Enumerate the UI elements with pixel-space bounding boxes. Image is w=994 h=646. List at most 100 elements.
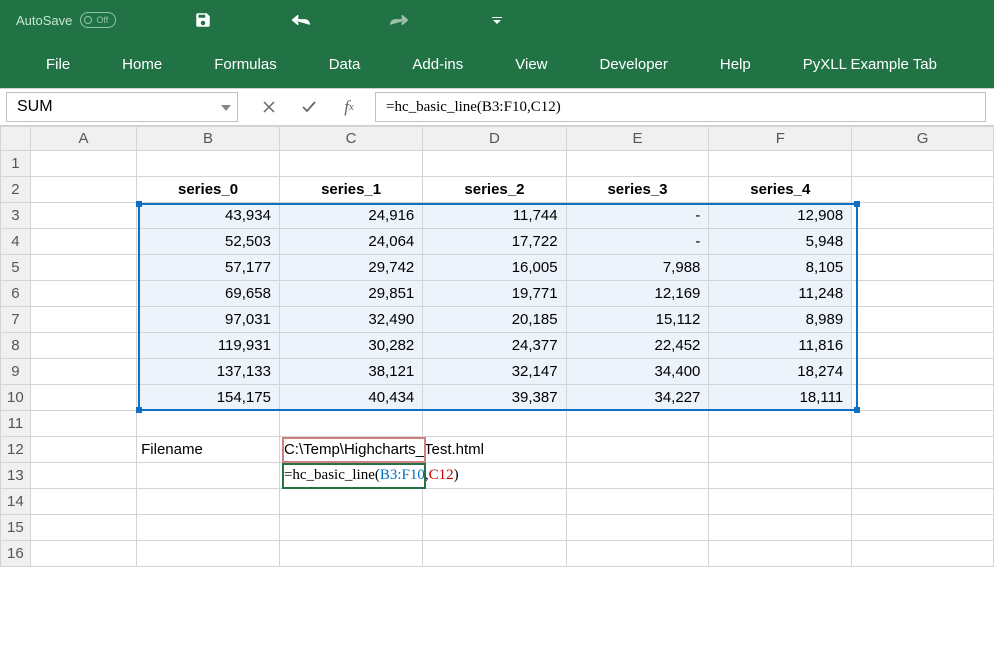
cell[interactable]: 40,434	[279, 385, 422, 411]
worksheet-grid[interactable]: A B C D E F G 1 2series_0series_1series_…	[0, 126, 994, 567]
cell[interactable]	[423, 515, 566, 541]
cell[interactable]	[852, 385, 994, 411]
formula-input[interactable]	[386, 99, 975, 116]
cell[interactable]: 52,503	[137, 229, 280, 255]
cell[interactable]: 29,851	[279, 281, 422, 307]
cell[interactable]	[423, 151, 566, 177]
rowhead[interactable]: 13	[1, 463, 31, 489]
cell[interactable]	[852, 203, 994, 229]
cell[interactable]	[852, 411, 994, 437]
cell[interactable]	[852, 359, 994, 385]
cell[interactable]	[279, 151, 422, 177]
cell[interactable]: 18,274	[709, 359, 852, 385]
cell[interactable]	[852, 463, 994, 489]
name-box[interactable]: SUM	[6, 92, 238, 122]
cell[interactable]	[423, 489, 566, 515]
cell[interactable]	[709, 541, 852, 567]
cell[interactable]: 24,377	[423, 333, 566, 359]
cell[interactable]	[566, 151, 709, 177]
cell[interactable]	[30, 255, 136, 281]
cell[interactable]	[709, 489, 852, 515]
cell[interactable]	[709, 463, 852, 489]
cell[interactable]: 39,387	[423, 385, 566, 411]
rowhead[interactable]: 16	[1, 541, 31, 567]
cell[interactable]: -	[566, 203, 709, 229]
tab-help[interactable]: Help	[694, 46, 777, 83]
cell[interactable]	[137, 411, 280, 437]
rowhead[interactable]: 7	[1, 307, 31, 333]
cell[interactable]	[279, 489, 422, 515]
tab-data[interactable]: Data	[303, 46, 387, 83]
cell[interactable]: 34,400	[566, 359, 709, 385]
cell[interactable]: 30,282	[279, 333, 422, 359]
cell[interactable]	[279, 411, 422, 437]
cell[interactable]	[852, 333, 994, 359]
cell[interactable]	[423, 541, 566, 567]
fx-icon[interactable]: fx	[329, 92, 369, 122]
cell[interactable]: 69,658	[137, 281, 280, 307]
cell[interactable]	[566, 541, 709, 567]
cell[interactable]: -	[566, 229, 709, 255]
cell[interactable]	[423, 411, 566, 437]
cell[interactable]: 18,111	[709, 385, 852, 411]
cell[interactable]	[30, 385, 136, 411]
cell[interactable]: C:\Temp\Highcharts_Test.html	[279, 437, 566, 463]
cell[interactable]: 22,452	[566, 333, 709, 359]
tab-formulas[interactable]: Formulas	[188, 46, 303, 83]
cell[interactable]	[137, 151, 280, 177]
cell[interactable]: 29,742	[279, 255, 422, 281]
confirm-formula-icon[interactable]	[289, 92, 329, 122]
customize-qat-icon[interactable]	[486, 9, 508, 31]
cell[interactable]: 17,722	[423, 229, 566, 255]
cell[interactable]	[852, 541, 994, 567]
cell[interactable]: series_1	[279, 177, 422, 203]
cell[interactable]	[709, 515, 852, 541]
cell[interactable]	[566, 411, 709, 437]
cell[interactable]	[30, 203, 136, 229]
cell[interactable]	[137, 489, 280, 515]
colhead-c[interactable]: C	[279, 127, 422, 151]
cell[interactable]: 119,931	[137, 333, 280, 359]
cell[interactable]	[852, 255, 994, 281]
cell[interactable]: 8,989	[709, 307, 852, 333]
cell[interactable]	[137, 515, 280, 541]
cell[interactable]: 137,133	[137, 359, 280, 385]
undo-icon[interactable]	[290, 9, 312, 31]
cell[interactable]	[852, 515, 994, 541]
rowhead[interactable]: 8	[1, 333, 31, 359]
cell[interactable]: 11,248	[709, 281, 852, 307]
colhead-d[interactable]: D	[423, 127, 566, 151]
cell[interactable]	[852, 489, 994, 515]
rowhead[interactable]: 14	[1, 489, 31, 515]
redo-icon[interactable]	[388, 9, 410, 31]
select-all-corner[interactable]	[1, 127, 31, 151]
cell[interactable]: series_4	[709, 177, 852, 203]
cell[interactable]: 12,169	[566, 281, 709, 307]
cell[interactable]	[852, 307, 994, 333]
cell[interactable]	[566, 489, 709, 515]
cell[interactable]	[566, 463, 709, 489]
cell[interactable]	[30, 515, 136, 541]
cell[interactable]	[852, 437, 994, 463]
autosave-toggle[interactable]: AutoSave Off	[16, 12, 116, 28]
rowhead[interactable]: 11	[1, 411, 31, 437]
cell[interactable]	[279, 515, 422, 541]
tab-developer[interactable]: Developer	[574, 46, 694, 83]
cell[interactable]	[279, 541, 422, 567]
cell[interactable]: 154,175	[137, 385, 280, 411]
colhead-g[interactable]: G	[852, 127, 994, 151]
cell[interactable]	[30, 463, 136, 489]
cell[interactable]	[30, 151, 136, 177]
active-cell[interactable]: =hc_basic_line(B3:F10,C12)	[279, 463, 566, 489]
rowhead[interactable]: 12	[1, 437, 31, 463]
save-icon[interactable]	[192, 9, 214, 31]
cell[interactable]	[30, 229, 136, 255]
cell[interactable]: 7,988	[566, 255, 709, 281]
cell[interactable]: 16,005	[423, 255, 566, 281]
rowhead[interactable]: 5	[1, 255, 31, 281]
rowhead[interactable]: 1	[1, 151, 31, 177]
tab-file[interactable]: File	[20, 46, 96, 83]
cell[interactable]	[30, 437, 136, 463]
cell[interactable]	[852, 229, 994, 255]
cell[interactable]: 15,112	[566, 307, 709, 333]
